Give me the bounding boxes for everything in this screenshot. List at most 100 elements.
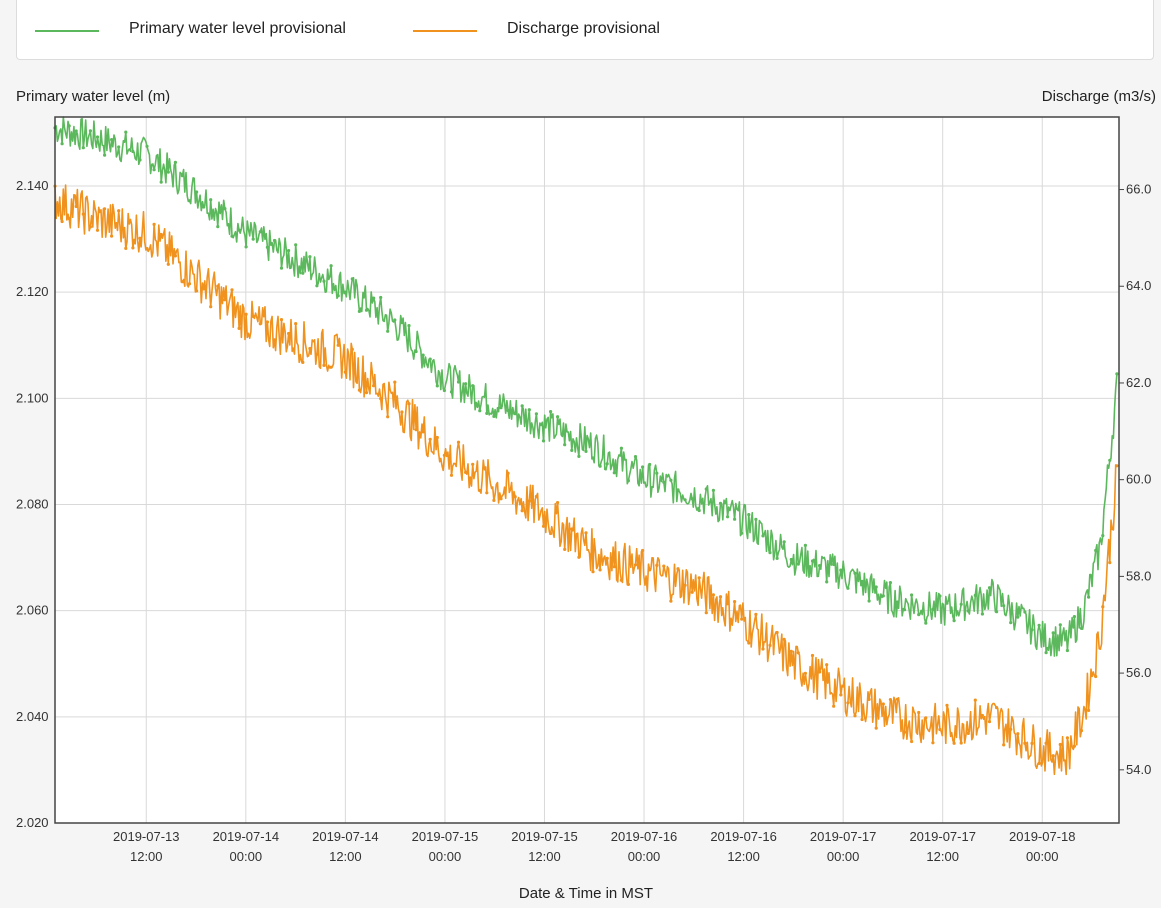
data-point — [924, 621, 928, 625]
data-point — [633, 563, 638, 567]
data-point — [464, 470, 468, 474]
data-point — [471, 462, 475, 466]
data-point — [322, 363, 326, 367]
data-point — [690, 497, 694, 501]
data-point — [626, 479, 631, 483]
data-point — [818, 564, 822, 568]
data-point — [400, 321, 404, 325]
data-point — [372, 384, 376, 388]
data-point — [959, 741, 963, 745]
data-point — [357, 309, 361, 313]
data-point — [265, 245, 269, 249]
data-point — [683, 583, 687, 587]
data-point — [195, 289, 199, 293]
data-point — [131, 246, 135, 250]
data-point — [60, 219, 64, 224]
x-tick-label-time: 00:00 — [230, 849, 263, 864]
data-point — [1079, 729, 1084, 733]
data-point — [308, 346, 312, 351]
data-point — [251, 314, 255, 318]
data-point — [336, 294, 340, 298]
data-point — [577, 555, 581, 559]
data-point — [237, 228, 241, 232]
data-point — [81, 212, 85, 216]
x-tick-label-date: 2019-07-18 — [1009, 829, 1076, 844]
data-point — [110, 234, 114, 238]
x-tick-label-time: 12:00 — [727, 849, 760, 864]
data-point — [223, 207, 227, 211]
data-point — [938, 594, 942, 598]
data-point — [704, 487, 708, 491]
data-point — [435, 384, 439, 388]
data-point — [641, 548, 645, 553]
data-point — [478, 488, 482, 493]
data-point — [966, 731, 970, 736]
data-point — [888, 698, 893, 702]
data-point — [407, 402, 411, 406]
data-point — [202, 287, 206, 291]
x-tick-label-date: 2019-07-17 — [909, 829, 976, 844]
data-point — [357, 388, 361, 392]
data-point — [449, 390, 454, 394]
data-point — [449, 473, 454, 477]
data-point — [138, 158, 142, 162]
x-tick-label-date: 2019-07-17 — [810, 829, 877, 844]
data-point — [796, 651, 800, 655]
data-point — [917, 613, 921, 617]
data-point — [414, 428, 418, 432]
x-axis-title: Date & Time in MST — [519, 885, 653, 902]
data-point — [917, 710, 921, 715]
data-point — [860, 579, 864, 583]
data-point — [803, 543, 808, 548]
data-point — [669, 478, 673, 482]
data-point — [117, 209, 121, 213]
data-point — [421, 353, 425, 357]
data-point — [1079, 626, 1084, 631]
data-point — [676, 488, 680, 492]
data-point — [747, 641, 751, 645]
data-point — [336, 343, 340, 347]
data-point — [499, 497, 503, 501]
data-point — [166, 170, 170, 174]
data-point — [60, 142, 64, 146]
data-point — [414, 349, 418, 354]
data-point — [520, 509, 524, 513]
data-point — [655, 563, 659, 568]
data-point — [442, 388, 446, 393]
data-point — [294, 243, 298, 247]
data-point — [294, 322, 298, 326]
data-point — [1094, 674, 1098, 679]
data-point — [464, 382, 468, 386]
data-point — [202, 205, 206, 209]
y-axis-right-title: Discharge (m3/s) — [1042, 88, 1156, 105]
data-point — [1002, 743, 1006, 747]
data-point — [407, 324, 411, 328]
x-tick-label-date: 2019-07-15 — [511, 829, 578, 844]
data-point — [881, 702, 885, 706]
data-point — [1072, 615, 1076, 619]
data-point — [718, 595, 723, 599]
data-point — [775, 556, 779, 561]
y-left-tick-label: 2.060 — [16, 603, 49, 618]
data-point — [541, 524, 546, 528]
x-tick-label-time: 00:00 — [1026, 849, 1059, 864]
data-point — [180, 280, 184, 284]
data-point — [1016, 615, 1020, 619]
data-point — [881, 594, 885, 598]
data-point — [386, 329, 390, 333]
data-point — [272, 338, 277, 342]
data-point — [761, 534, 765, 538]
data-point — [1065, 736, 1069, 740]
data-point — [513, 495, 517, 499]
data-point — [556, 415, 560, 419]
data-point — [1087, 595, 1091, 599]
data-point — [697, 576, 701, 580]
data-point — [874, 585, 878, 589]
data-point — [867, 697, 871, 702]
data-point — [563, 547, 567, 552]
data-point — [159, 180, 163, 184]
y-axis-right-ticks: 54.0 56.0 58.0 60.0 62.0 64.0 66.0 — [1119, 182, 1151, 777]
data-point — [796, 562, 800, 566]
data-point — [74, 129, 78, 133]
data-point — [258, 230, 262, 234]
